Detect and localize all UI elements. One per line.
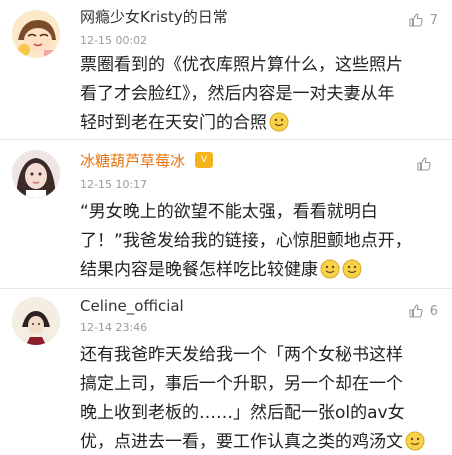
avatar[interactable]	[12, 10, 60, 58]
username[interactable]: 网瘾少女Kristy的日常	[80, 6, 228, 27]
comment-text-content: 票圈看到的《优衣库照片算什么，这些照片 看了才会脸红》，然后内容是一对夫妻从年 …	[80, 55, 403, 133]
cartoon-girl-avatar-icon	[12, 10, 60, 58]
vip-badge-icon: V	[195, 152, 213, 168]
thumbs-up-icon	[417, 157, 431, 171]
avatar[interactable]	[12, 297, 60, 345]
thumbs-up-icon	[409, 13, 423, 27]
timestamp: 12-15 10:17	[80, 178, 148, 191]
like-count: 6	[429, 303, 438, 319]
username[interactable]: Celine_official	[80, 297, 184, 315]
like-count: 7	[429, 12, 438, 28]
photo-girl-avatar-icon	[12, 150, 60, 198]
smiley-icon	[405, 431, 425, 451]
smiley-icon	[342, 259, 362, 279]
comment-text: “男女晚上的欲望不能太强，看看就明白 了！”我爸发给我的链接，心惊胆颤地点开， …	[80, 198, 442, 285]
thumbs-up-icon	[409, 304, 423, 318]
username[interactable]: 冰糖葫芦草莓冰	[80, 150, 185, 171]
comment-text-content: “男女晚上的欲望不能太强，看看就明白 了！”我爸发给我的链接，心惊胆颤地点开， …	[80, 202, 412, 280]
comment-item: 网瘾少女Kristy的日常 12-15 00:02 7 票圈看到的《优衣库照片算…	[0, 0, 452, 145]
comment-item: 冰糖葫芦草莓冰 V 12-15 10:17 “男女晚上的欲望不能太强，看看就明白…	[0, 140, 452, 288]
comment-text: 票圈看到的《优衣库照片算什么，这些照片 看了才会脸红》，然后内容是一对夫妻从年 …	[80, 51, 442, 138]
avatar[interactable]	[12, 150, 60, 198]
illustration-avatar-icon	[12, 297, 60, 345]
comment-item: Celine_official 12-14 23:46 6 还有我爸昨天发给我一…	[0, 289, 452, 455]
like-button[interactable]	[416, 156, 438, 172]
smiley-icon	[269, 112, 289, 132]
comment-text: 还有我爸昨天发给我一个「两个女秘书这样 搞定上司，事后一个升职，另一个却在一个 …	[80, 341, 442, 455]
timestamp: 12-14 23:46	[80, 321, 148, 334]
like-button[interactable]: 6	[408, 303, 438, 319]
timestamp: 12-15 00:02	[80, 34, 148, 47]
comment-text-content: 还有我爸昨天发给我一个「两个女秘书这样 搞定上司，事后一个升职，另一个却在一个 …	[80, 345, 405, 452]
like-button[interactable]: 7	[408, 12, 438, 28]
smiley-icon	[320, 259, 340, 279]
